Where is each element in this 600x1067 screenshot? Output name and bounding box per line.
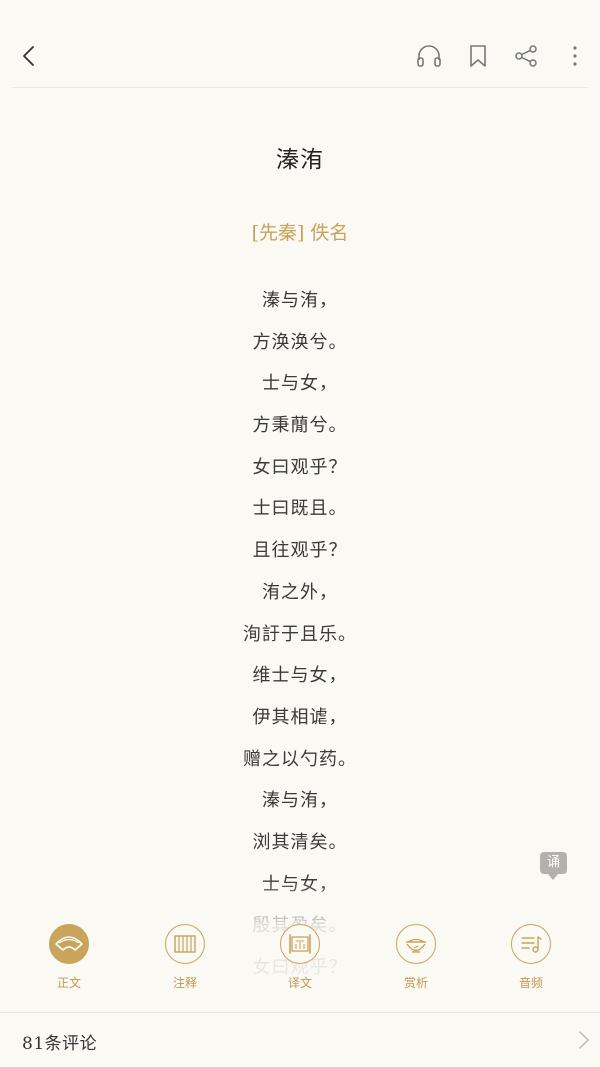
tab-label: 译文	[287, 976, 312, 990]
poem-line: 且往观乎？	[252, 540, 348, 562]
tab-translation[interactable]: 译文	[260, 924, 340, 991]
bookmark-icon[interactable]	[462, 40, 494, 72]
poem-body: 溱与洧， 方涣涣兮。士与女， 方秉蕑兮。女曰观乎？ 士曰既且。且往观乎？ 洧之外， 洵訏于…	[0, 280, 600, 980]
scroll-icon	[280, 924, 320, 964]
tab-appreciation[interactable]: 赏析	[376, 924, 456, 991]
tab-label: 正文	[56, 976, 81, 990]
more-icon[interactable]	[559, 40, 591, 72]
tab-label: 赏析	[403, 976, 428, 990]
tab-label: 注释	[172, 976, 197, 990]
headphones-icon[interactable]	[413, 40, 445, 72]
poem-line: 女曰观乎？	[252, 456, 348, 478]
chevron-right-icon	[578, 1030, 590, 1054]
poem-line: 士与女，	[262, 373, 338, 395]
poem-line: 维士与女，	[252, 665, 348, 687]
header-divider	[12, 87, 588, 88]
comments-bar[interactable]: 81条评论	[0, 1012, 600, 1067]
poem-line: 伊其相谑，	[252, 706, 348, 728]
poem-author[interactable]: [先秦] 佚名	[0, 218, 600, 245]
poem-line: 方秉蕑兮。	[252, 415, 348, 437]
poem-line: 溱与洧，	[262, 290, 338, 311]
comment-count: 81条评论	[22, 1034, 98, 1054]
poem-title: 溱洧	[276, 147, 324, 173]
recite-button[interactable]: 诵	[540, 852, 567, 880]
tab-audio[interactable]: 音频	[491, 924, 571, 991]
audio-list-icon	[511, 924, 551, 964]
tea-bowl-icon	[396, 924, 436, 964]
tab-main-text[interactable]: 正文	[29, 924, 109, 991]
content-tabs: 正文 注释 译文 赏析 音频	[0, 918, 600, 1008]
top-bar	[0, 0, 600, 88]
fan-icon	[49, 924, 89, 964]
poem-line: 溱与洧，	[262, 790, 338, 812]
tab-label: 音频	[518, 976, 543, 990]
poem-line: 士曰既且。	[252, 498, 348, 520]
poem-line: 浏其清矣。	[252, 831, 348, 853]
share-icon[interactable]	[510, 40, 542, 72]
tab-annotation[interactable]: 注释	[145, 924, 225, 991]
poem-line: 方涣涣兮。	[252, 331, 348, 353]
poem-line: 洵訏于且乐。	[243, 623, 357, 645]
poem-line: 洧之外，	[262, 581, 338, 603]
back-icon[interactable]	[14, 40, 46, 72]
poem-line: 赠之以勺药。	[243, 748, 357, 770]
bamboo-slip-icon	[165, 924, 205, 964]
